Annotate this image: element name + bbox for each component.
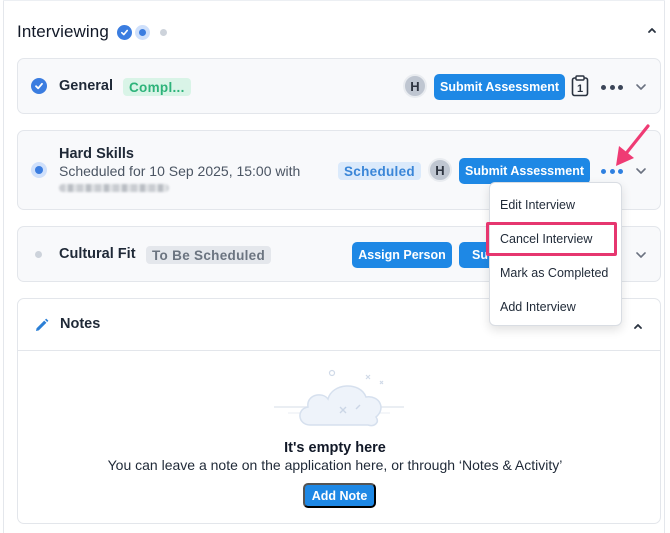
section-title: Interviewing (17, 22, 109, 41)
notes-title: Notes (60, 316, 101, 332)
chevron-down-icon[interactable] (635, 251, 647, 259)
interviewer-name-blurred (59, 184, 169, 192)
pending-stage-icon (35, 251, 42, 258)
submit-assessment-button[interactable]: Submit Assessment (459, 158, 590, 184)
pencil-icon (36, 318, 49, 331)
stage-card-general[interactable]: General Compl... H Submit Assessment 1 (17, 58, 661, 114)
progress-pending-icon (159, 28, 167, 36)
menu-item-add-interview[interactable]: Add Interview (490, 296, 623, 318)
more-dots-icon[interactable] (601, 84, 623, 90)
stage-name: Cultural Fit (59, 246, 136, 262)
check-icon (31, 78, 47, 94)
active-stage-icon (31, 162, 47, 178)
chevron-up-icon[interactable] (646, 24, 658, 36)
status-badge: To Be Scheduled (146, 246, 272, 264)
stage-name: Hard Skills (59, 146, 134, 162)
status-badge: Scheduled (338, 162, 421, 180)
assign-person-button[interactable]: Assign Person (352, 242, 452, 268)
clipboard-count: 1 (577, 83, 583, 95)
clipboard-icon[interactable]: 1 (571, 75, 589, 97)
annotation-arrow-icon (616, 124, 650, 166)
avatar[interactable]: H (428, 158, 452, 182)
stage-name: General (59, 78, 113, 94)
menu-item-mark-completed[interactable]: Mark as Completed (490, 262, 623, 284)
scheduled-text: Scheduled for 10 Sep 2025, 15:00 with (59, 163, 301, 179)
avatar[interactable]: H (403, 74, 427, 98)
add-note-button[interactable]: Add Note (303, 483, 376, 508)
empty-state-text: You can leave a note on the application … (107, 457, 563, 473)
submit-assessment-button[interactable]: Submit Assessment (434, 74, 565, 100)
chevron-up-icon[interactable] (632, 320, 644, 332)
divider (3, 0, 665, 1)
empty-state-title: It's empty here (284, 440, 386, 456)
menu-item-edit-interview[interactable]: Edit Interview (490, 194, 623, 216)
cloud-illustration (274, 369, 404, 427)
section-header: Interviewing (17, 20, 167, 44)
status-badge: Compl... (123, 78, 191, 96)
progress-check-icon (116, 24, 132, 40)
highlight-box (486, 222, 617, 256)
chevron-down-icon[interactable] (635, 83, 647, 91)
progress-active-icon (134, 24, 150, 40)
